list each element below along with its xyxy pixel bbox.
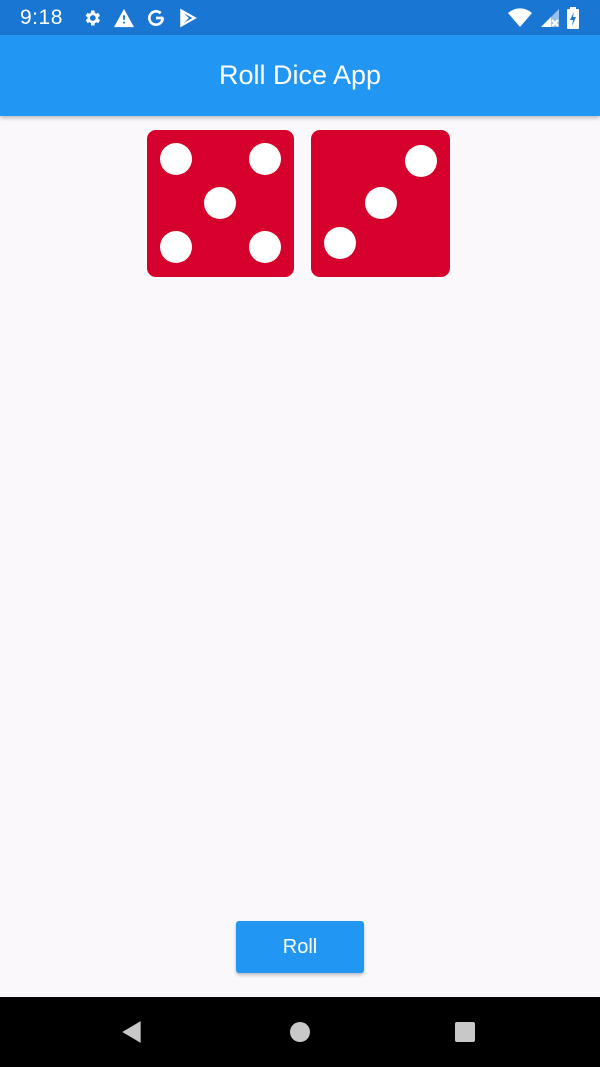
die-pip <box>405 145 437 177</box>
warning-icon <box>113 7 135 29</box>
home-icon <box>290 1022 310 1042</box>
dice-row <box>0 130 600 278</box>
main-content: Roll <box>0 116 600 997</box>
die-pip <box>204 187 236 219</box>
nav-recents-button[interactable] <box>425 997 505 1067</box>
die-pip <box>249 231 281 263</box>
die-left <box>147 130 294 277</box>
wifi-icon <box>508 7 532 28</box>
status-time: 9:18 <box>20 5 63 29</box>
status-bar: 9:18 <box>0 0 600 35</box>
app-title: Roll Dice App <box>218 60 382 90</box>
die-pip <box>160 143 192 175</box>
gear-icon <box>81 7 103 29</box>
google-icon <box>145 7 167 29</box>
die-pip <box>365 187 397 219</box>
die-pip <box>324 227 356 259</box>
die-pip <box>160 231 192 263</box>
play-store-icon <box>177 7 199 29</box>
back-icon <box>122 1021 141 1043</box>
cell-signal-icon <box>538 8 560 28</box>
recents-icon <box>455 1022 475 1042</box>
app-bar: Roll Dice App <box>0 35 600 116</box>
status-system-icons <box>508 6 580 29</box>
die-pip <box>249 143 281 175</box>
system-nav-bar <box>0 997 600 1067</box>
nav-back-button[interactable] <box>92 997 172 1067</box>
status-notification-icons <box>81 7 199 29</box>
nav-home-button[interactable] <box>260 997 340 1067</box>
battery-icon <box>566 6 580 29</box>
roll-button[interactable]: Roll <box>236 921 364 973</box>
die-right <box>311 130 450 277</box>
